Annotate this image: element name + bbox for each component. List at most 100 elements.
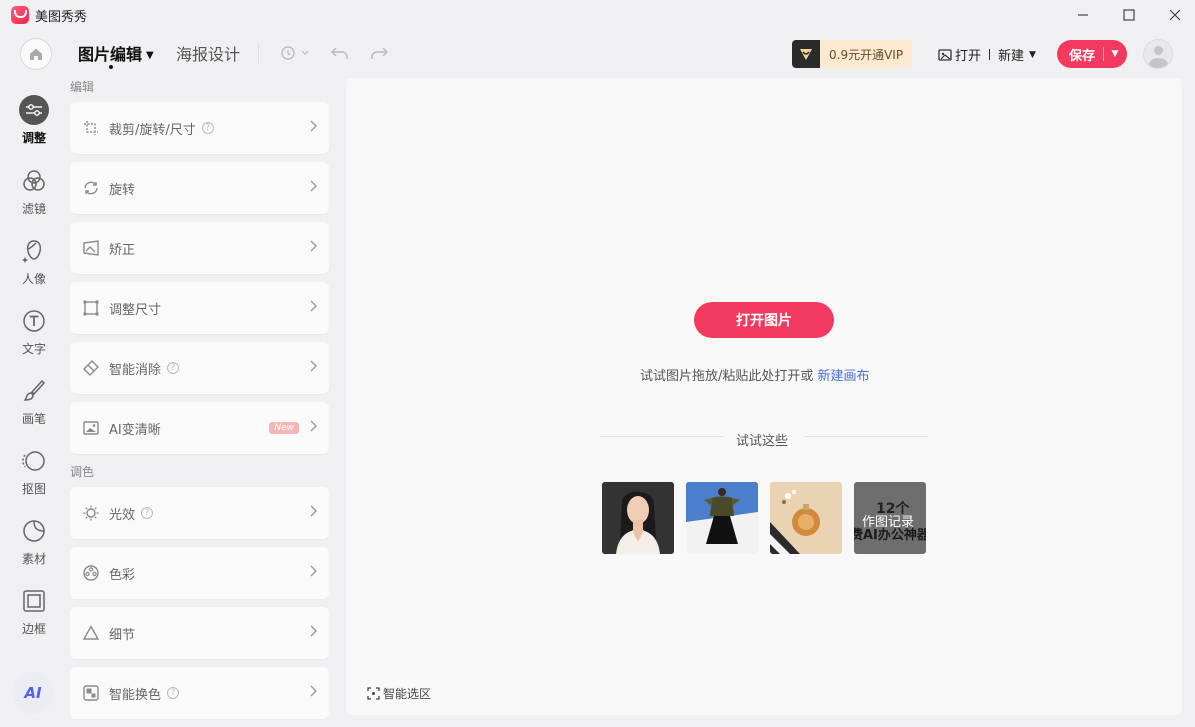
help-icon[interactable]: ? xyxy=(167,362,180,374)
canvas-area[interactable] xyxy=(346,78,1182,715)
open-button[interactable]: 打开 xyxy=(955,45,981,64)
divider-line xyxy=(600,436,724,437)
rail-item-text[interactable]: 文字 xyxy=(12,306,56,357)
rail-item-label: 滤镜 xyxy=(21,202,46,216)
tool-label: 智能换色 xyxy=(109,687,162,703)
cutout-icon xyxy=(19,446,49,476)
help-icon[interactable]: ? xyxy=(141,507,154,519)
smart-select-button[interactable]: 智能选区 xyxy=(367,685,431,702)
sample-text-line3: 费AI办公神器 xyxy=(854,528,926,543)
resize-icon xyxy=(82,299,100,317)
tool-detail[interactable]: 细节 xyxy=(70,607,329,659)
tab-image-edit[interactable]: 图片编辑 ▼ xyxy=(78,41,154,65)
tool-resize[interactable]: 调整尺寸 xyxy=(70,282,329,334)
detail-icon xyxy=(82,624,100,642)
tool-color[interactable]: 色彩 xyxy=(70,547,329,599)
light-icon xyxy=(82,504,100,522)
help-icon[interactable]: ? xyxy=(201,122,214,134)
undo-button[interactable] xyxy=(329,42,351,64)
chevron-right-icon xyxy=(309,505,317,521)
divider-line xyxy=(804,436,928,437)
rail-item-frame[interactable]: 边框 xyxy=(12,586,56,637)
sample-image-fashion[interactable] xyxy=(686,482,758,554)
portrait-icon xyxy=(19,236,49,266)
rail-item-label: 画笔 xyxy=(21,412,46,426)
chevron-right-icon xyxy=(309,420,317,436)
maximize-button[interactable] xyxy=(1106,0,1152,30)
tool-correct[interactable]: 矫正 xyxy=(70,222,329,274)
rail-item-portrait[interactable]: 人像 xyxy=(12,236,56,287)
app-logo-icon xyxy=(11,6,29,24)
correct-icon xyxy=(82,239,100,257)
drop-hint-text: 试试图片拖放/粘贴此处打开或 xyxy=(640,369,814,384)
rail-item-label: 抠图 xyxy=(21,482,46,496)
new-canvas-link[interactable]: 新建画布 xyxy=(818,369,870,384)
section-title-edit: 编辑 xyxy=(70,80,95,94)
color-icon xyxy=(82,564,100,582)
sample-image-portrait[interactable] xyxy=(602,482,674,554)
sample-image-perfume[interactable] xyxy=(770,482,842,554)
save-button[interactable]: 保存 ▼ xyxy=(1057,40,1127,68)
chevron-down-icon[interactable]: ▼ xyxy=(1029,50,1036,60)
rotate-icon xyxy=(82,179,100,197)
drop-hint: 试试图片拖放/粘贴此处打开或 新建画布 xyxy=(640,365,870,384)
tab-poster-design[interactable]: 海报设计 xyxy=(176,41,240,65)
close-button[interactable] xyxy=(1152,0,1195,30)
redo-icon xyxy=(371,47,388,59)
new-button[interactable]: 新建 xyxy=(998,45,1024,64)
rail-item-cutout[interactable]: 抠图 xyxy=(12,446,56,497)
rail-item-brush[interactable]: 画笔 xyxy=(12,376,56,427)
tool-label: 矫正 xyxy=(109,242,136,258)
tool-smart-erase[interactable]: 智能消除 ? xyxy=(70,342,329,394)
tool-label: 裁剪/旋转/尺寸 xyxy=(109,122,196,138)
tool-rotate[interactable]: 旋转 xyxy=(70,162,329,214)
tool-ai-enhance[interactable]: AI变清晰 New xyxy=(70,402,329,454)
adjust-icon xyxy=(19,95,49,125)
rail-item-adjust[interactable]: 调整 xyxy=(12,95,56,146)
active-tab-indicator xyxy=(109,65,113,69)
rail-item-label: 调整 xyxy=(21,131,46,145)
open-new-group: 打开 新建 ▼ xyxy=(938,45,1036,64)
recolor-icon xyxy=(82,684,100,702)
tool-label: 光效 xyxy=(109,507,136,523)
chevron-right-icon xyxy=(309,625,317,641)
toolbar-divider xyxy=(258,44,259,64)
tool-label: 细节 xyxy=(109,627,136,643)
title-bar: 美图秀秀 xyxy=(0,0,1195,30)
user-avatar[interactable] xyxy=(1143,39,1173,69)
maximize-icon xyxy=(1123,9,1135,21)
home-button[interactable] xyxy=(20,38,52,70)
redo-button[interactable] xyxy=(368,42,390,64)
save-label: 保存 xyxy=(1069,48,1096,64)
vip-promo-button[interactable]: 0.9元开通VIP xyxy=(792,40,912,68)
open-image-button[interactable]: 打开图片 xyxy=(694,302,834,338)
minimize-button[interactable] xyxy=(1060,0,1106,30)
tool-light[interactable]: 光效 ? xyxy=(70,487,329,539)
material-icon xyxy=(19,516,49,546)
undo-icon xyxy=(331,47,348,59)
history-button[interactable] xyxy=(278,42,312,64)
eraser-icon xyxy=(82,359,100,377)
tool-label: 智能消除 xyxy=(109,362,162,378)
save-dropdown-icon[interactable]: ▼ xyxy=(1104,49,1126,59)
rail-item-label: 人像 xyxy=(21,272,46,286)
text-icon xyxy=(19,306,49,336)
chevron-right-icon xyxy=(309,240,317,256)
app-name: 美图秀秀 xyxy=(35,10,88,25)
smart-select-label: 智能选区 xyxy=(383,687,432,701)
help-icon[interactable]: ? xyxy=(167,687,180,699)
filter-icon xyxy=(19,166,49,196)
vip-label: 0.9元开通VIP xyxy=(829,47,904,62)
history-icon xyxy=(281,46,309,60)
rail-item-material[interactable]: 素材 xyxy=(12,516,56,567)
chevron-right-icon xyxy=(309,180,317,196)
rail-item-filter[interactable]: 滤镜 xyxy=(12,166,56,217)
sample-image-records[interactable]: 12个 作图记录 费AI办公神器 xyxy=(854,482,926,554)
tool-smart-recolor[interactable]: 智能换色 ? xyxy=(70,667,329,719)
chevron-right-icon xyxy=(309,360,317,376)
ai-assistant-button[interactable]: AI xyxy=(12,672,54,714)
open-file-icon xyxy=(938,48,952,61)
minimize-icon xyxy=(1078,14,1088,16)
rail-item-label: 边框 xyxy=(21,622,46,636)
tool-crop[interactable]: 裁剪/旋转/尺寸 ? xyxy=(70,102,329,154)
